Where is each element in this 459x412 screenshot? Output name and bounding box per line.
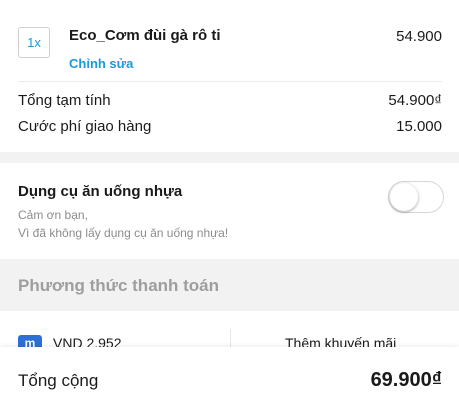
add-promo-button[interactable]: Thêm khuyến mãi [285, 335, 396, 347]
quantity-badge[interactable]: 1x [18, 27, 50, 58]
utensils-description-line2: Vì đã không lấy dụng cụ ăn uống nhựa! [18, 226, 229, 240]
toggle-knob [390, 183, 418, 211]
subtotal-value: 54.900₫ [388, 92, 442, 109]
edit-item-link[interactable]: Chỉnh sửa [69, 56, 133, 71]
utensils-card: Dụng cụ ăn uống nhựa Cảm ơn bạn, Vì đã k… [0, 163, 459, 259]
subtotal-row: Tổng tạm tính 54.900₫ [18, 92, 442, 109]
item-price: 54.900 [396, 28, 442, 45]
delivery-fee-label: Cước phí giao hàng [18, 118, 152, 135]
vertical-divider [230, 329, 231, 347]
wallet-amount[interactable]: VND 2.952 [53, 335, 121, 347]
total-value: 69.900₫ [370, 369, 442, 391]
payment-method-title: Phương thức thanh toán [18, 276, 220, 295]
divider [18, 81, 442, 82]
delivery-fee-row: Cước phí giao hàng 15.000 [18, 118, 442, 135]
wallet-icon: m [18, 335, 42, 347]
utensils-description-line1: Cảm ơn bạn, [18, 208, 88, 222]
subtotal-label: Tổng tạm tính [18, 92, 111, 109]
utensils-title: Dụng cụ ăn uống nhựa [18, 183, 183, 200]
delivery-fee-value: 15.000 [396, 118, 442, 135]
payment-card: m VND 2.952 Thêm khuyến mãi [0, 311, 459, 347]
total-label: Tổng cộng [18, 371, 99, 390]
payment-section-header: Phương thức thanh toán [0, 259, 459, 311]
order-card: 1x Eco_Cơm đùi gà rô ti 54.900 Chỉnh sửa… [0, 0, 459, 152]
total-bar: Tổng cộng 69.900₫ [0, 347, 459, 412]
utensils-toggle[interactable] [388, 181, 444, 213]
item-name: Eco_Cơm đùi gà rô ti [69, 27, 221, 44]
